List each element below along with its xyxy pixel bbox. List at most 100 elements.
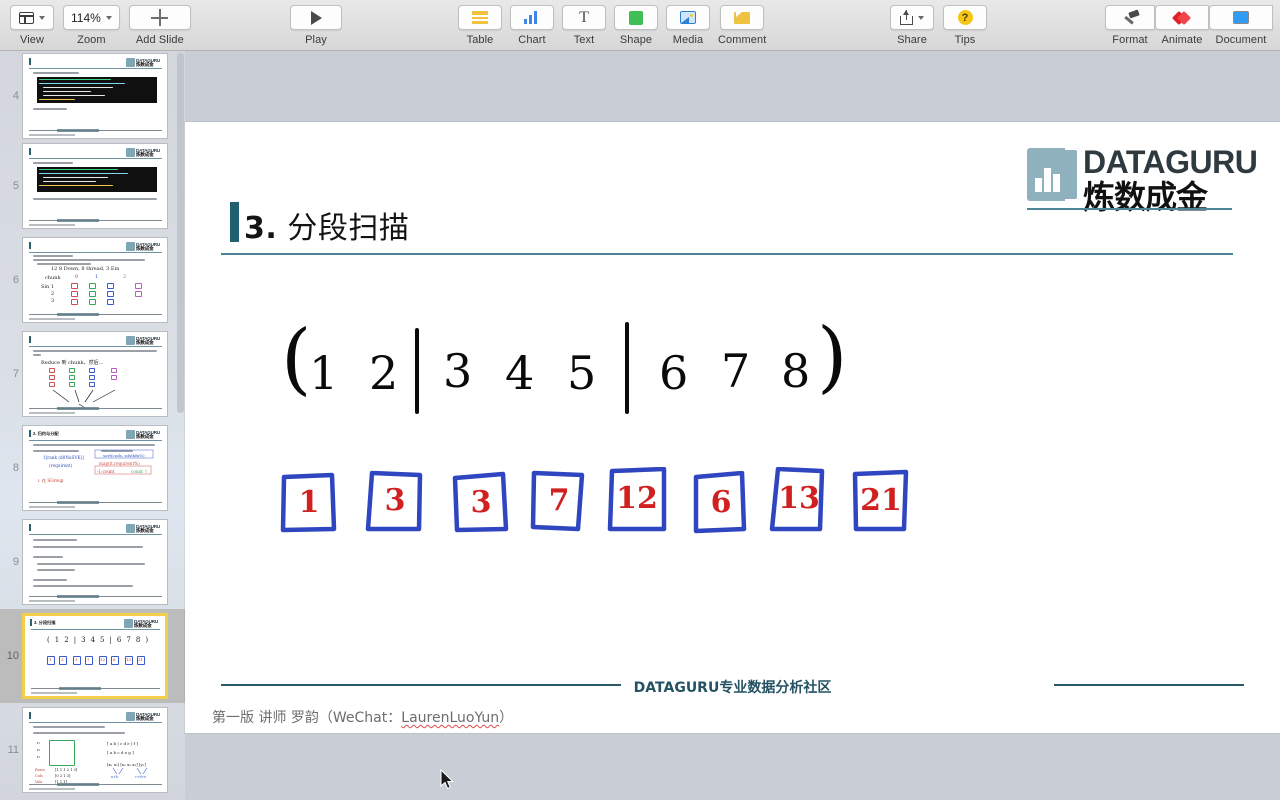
plus-icon — [151, 9, 169, 26]
scan-box-1: 1 — [278, 471, 340, 539]
slide-number: 5 — [12, 180, 19, 192]
add-slide-button[interactable] — [128, 5, 191, 30]
mini-slide-anno: 2. 归约与分配 DATAGURU 炼数成金 1[rank (d0NaSVK)] … — [23, 426, 167, 510]
segment-separator-2 — [625, 322, 629, 414]
tips-label: Tips — [954, 34, 976, 46]
sidebar-scrollbar[interactable] — [177, 53, 184, 413]
footer-left-prefix: 第一版 讲师 罗韵（WeChat： — [212, 710, 402, 726]
green-square-icon — [629, 10, 643, 25]
scan-box-value: 3 — [384, 483, 406, 518]
tips-button[interactable]: ? — [943, 5, 987, 30]
seq-value-4: 4 — [505, 346, 535, 400]
toolbar-item-play[interactable]: Play — [290, 5, 342, 46]
slide-thumbnail-7[interactable]: 7 DATAGURU 炼数成金 Reduce 到 chunk，然后… — [0, 327, 185, 421]
chart-button[interactable] — [510, 5, 554, 30]
scan-box-4: 7 — [528, 469, 590, 537]
play-label: Play — [305, 34, 327, 46]
handwritten-sequence: ( 1 2 3 4 5 6 7 8 ) — [281, 312, 847, 422]
toolbar-item-text[interactable]: T Text — [562, 5, 606, 46]
current-slide[interactable]: 3. 分段扫描 DATAGURU 炼数成金 (1 2 3 4 5 6 7 8 … — [185, 122, 1280, 733]
play-triangle-icon — [310, 10, 322, 25]
view-layout-icon — [19, 11, 34, 24]
toolbar-left-group: View 114% Zoom Add Slide — [10, 5, 191, 46]
slide-canvas[interactable]: 3. 分段扫描 DATAGURU 炼数成金 (1 2 3 4 5 6 7 8 … — [185, 51, 1280, 800]
slide-thumbnail-4[interactable]: 4 DATAGURU 炼数成金 — [0, 51, 185, 143]
footer-left-suffix: ） — [499, 710, 514, 726]
toolbar-item-comment[interactable]: Comment — [718, 5, 766, 46]
slide-thumbnail-8[interactable]: 8 2. 归约与分配 DATAGURU 炼数成金 1[rank (d0NaSVK)… — [0, 421, 185, 515]
seq-value-1: 1 — [309, 346, 339, 400]
scan-box-value: 3 — [470, 485, 492, 520]
zoom-button[interactable]: 114% — [63, 5, 120, 30]
mini-slide-tree: DATAGURU 炼数成金 Reduce 到 chunk，然后… — [23, 332, 167, 416]
toolbar-play-group: Play — [290, 5, 342, 46]
add-slide-label: Add Slide — [135, 34, 184, 46]
format-button[interactable] — [1105, 5, 1155, 30]
slide-thumbnail-10[interactable]: 10 3. 分段扫描 DATAGURU 炼数成金 ( 1 2 | 3 4 5 | … — [0, 609, 185, 703]
comment-button[interactable] — [720, 5, 765, 30]
page-title-text: 分段扫描 — [287, 211, 410, 246]
mini-slide-matrix: DATAGURU 炼数成金 r₁ r₂ r₃ Rows Cols Vals [1 … — [23, 708, 167, 792]
toolbar-item-chart[interactable]: Chart — [510, 5, 554, 46]
scan-result-boxes: 1 3 3 7 12 6 13 21 — [278, 467, 968, 547]
toolbar-item-media[interactable]: Media — [666, 5, 710, 46]
toolbar-item-add-slide[interactable]: Add Slide — [128, 5, 191, 46]
toolbar-item-shape[interactable]: Shape — [614, 5, 658, 46]
scan-box-8: 21 — [850, 469, 912, 537]
toolbar: View 114% Zoom Add Slide Play Table Char… — [0, 0, 1280, 51]
slide-thumbnail-9[interactable]: 9 DATAGURU 炼数成金 — [0, 515, 185, 609]
toolbar-item-zoom[interactable]: 114% Zoom — [63, 5, 120, 46]
seq-value-3: 3 — [443, 344, 473, 398]
slide-thumbnail-6[interactable]: 6 DATAGURU 炼数成金 12 8 Down, 8 thread, 3 Ei… — [0, 233, 185, 327]
text-label: Text — [573, 34, 595, 46]
document-button[interactable] — [1209, 5, 1273, 30]
question-badge-icon: ? — [957, 10, 973, 25]
scan-box-value: 1 — [298, 485, 320, 520]
toolbar-item-animate[interactable]: Animate — [1155, 5, 1209, 46]
play-button[interactable] — [290, 5, 342, 30]
toolbar-right-group: Format Animate Document — [1105, 5, 1273, 46]
slide-thumbnail-11[interactable]: 11 DATAGURU 炼数成金 r₁ r₂ r₃ Rows Cols Vals … — [0, 703, 185, 797]
shape-button[interactable] — [614, 5, 658, 30]
scan-box-2: 3 — [364, 469, 426, 537]
chevron-down-icon — [918, 15, 924, 20]
scan-box-5: 12 — [606, 467, 668, 535]
seq-value-7: 7 — [721, 344, 751, 398]
text-button[interactable]: T — [562, 5, 606, 30]
seq-value-5: 5 — [567, 346, 597, 400]
shape-label: Shape — [619, 34, 653, 46]
seq-value-2: 2 — [369, 346, 399, 400]
toolbar-item-table[interactable]: Table — [458, 5, 502, 46]
share-label: Share — [897, 34, 927, 46]
scan-box-3: 3 — [450, 471, 512, 539]
toolbar-item-format[interactable]: Format — [1105, 5, 1155, 46]
media-button[interactable] — [666, 5, 710, 30]
toolbar-item-share[interactable]: Share — [890, 5, 934, 46]
slide-navigator-sidebar[interactable]: 4 DATAGURU 炼数成金 5 DATAGURU 炼数成金 6 DATAGU… — [0, 51, 185, 800]
view-button[interactable] — [10, 5, 54, 30]
format-label: Format — [1112, 34, 1148, 46]
slide-number: 9 — [12, 556, 19, 568]
document-icon — [1233, 11, 1249, 24]
page-title-number: 3. — [244, 211, 278, 246]
segment-separator-1 — [415, 328, 419, 414]
mini-slide-code: DATAGURU 炼数成金 — [23, 54, 167, 138]
share-button[interactable] — [890, 5, 934, 30]
chevron-down-icon — [39, 15, 45, 20]
table-label: Table — [466, 34, 494, 46]
toolbar-item-tips[interactable]: ? Tips — [943, 5, 987, 46]
toolbar-item-document[interactable]: Document — [1209, 5, 1273, 46]
paintbrush-icon — [1122, 9, 1140, 25]
page-title: 3. 分段扫描 — [244, 203, 409, 247]
slide-thumbnail-5[interactable]: 5 DATAGURU 炼数成金 — [0, 139, 185, 233]
mini-slide-scan: 3. 分段扫描 DATAGURU 炼数成金 ( 1 2 | 3 4 5 | 6 7… — [25, 616, 165, 696]
table-icon — [472, 11, 488, 24]
logo-text-chinese: 炼数成金 — [1083, 178, 1208, 216]
slide-number: 4 — [12, 90, 19, 102]
title-divider — [221, 253, 1233, 255]
toolbar-item-view[interactable]: View — [10, 5, 54, 46]
table-button[interactable] — [458, 5, 502, 30]
scan-box-value: 12 — [616, 481, 658, 516]
footer-left-text: 第一版 讲师 罗韵（WeChat：LaurenLuoYun） — [212, 707, 513, 727]
animate-button[interactable] — [1155, 5, 1209, 30]
